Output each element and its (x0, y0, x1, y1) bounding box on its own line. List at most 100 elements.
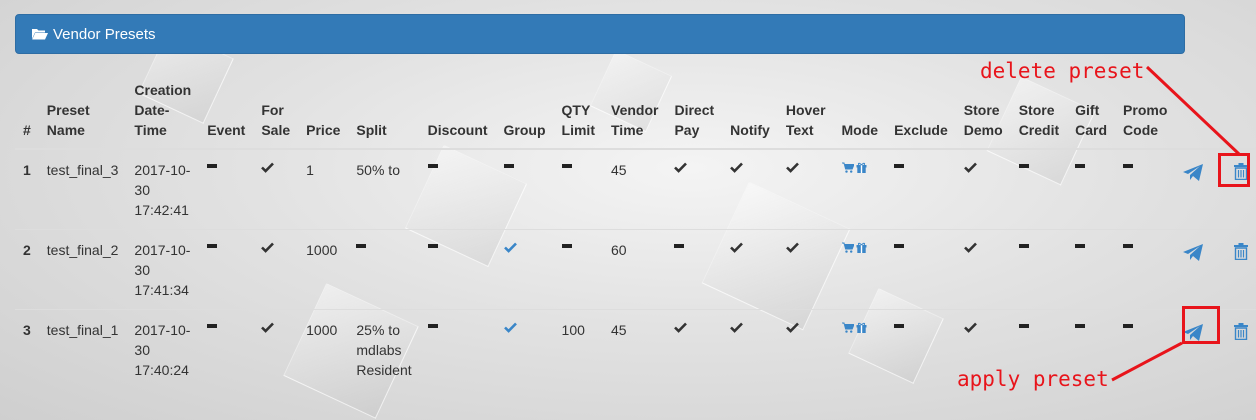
check-icon (730, 322, 744, 333)
cell-promo-code (1115, 148, 1176, 230)
column-header-label: Credit (1018, 122, 1060, 138)
column-header: Vendor Time (603, 80, 667, 150)
date-part: 30 (134, 262, 150, 278)
column-header: Store Demo (955, 80, 1011, 150)
cell-notify (722, 148, 778, 230)
cell-name: test_final_1 (38, 309, 127, 389)
apply-preset-button[interactable] (1183, 164, 1204, 182)
dash-icon (1075, 244, 1086, 249)
cell-event (199, 229, 254, 310)
column-header-label: Mode (841, 122, 879, 138)
cell-vendor-time: 45 (603, 148, 667, 230)
cell-price: 1 (298, 148, 349, 230)
delete-annotation-label: delete preset (980, 59, 1145, 83)
column-header-label: Group (503, 122, 546, 138)
cell-vendor-time: 45 (603, 309, 667, 389)
dash-icon (1123, 164, 1134, 169)
cell-split (348, 229, 420, 310)
dash-icon (561, 164, 572, 169)
dash-icon (674, 244, 685, 249)
cell-hover-text (777, 148, 834, 230)
cell-num: 3 (15, 309, 39, 389)
apply-preset-button[interactable] (1183, 244, 1204, 262)
cell-qty-limit (553, 229, 603, 310)
delete-preset-button[interactable] (1234, 322, 1248, 340)
column-header-label: Gift (1075, 102, 1100, 118)
dash-icon (427, 244, 438, 249)
check-icon (785, 322, 799, 333)
cell-split: 50% to (348, 148, 420, 230)
date-part: 2017-10- (134, 242, 191, 258)
mode-icons (841, 242, 867, 253)
delete-preset-button[interactable] (1234, 242, 1248, 260)
column-header: Group (495, 80, 554, 150)
column-header-label: Card (1075, 122, 1108, 138)
panel-heading: Vendor Presets (15, 14, 1185, 54)
check-icon (261, 242, 275, 253)
cell-date: 2017-10- 30 17:42:41 (126, 148, 200, 230)
column-header-label: Sale (261, 122, 291, 138)
cell-group (495, 309, 554, 389)
dash-icon (1075, 324, 1086, 329)
check-icon (503, 242, 517, 253)
split-line: mdlabs (356, 342, 402, 358)
check-icon (261, 162, 275, 173)
cell-qty-limit: 100 (553, 309, 603, 389)
gift-icon (856, 162, 867, 173)
cell-price: 1000 (298, 309, 349, 389)
column-header-label: Promo (1123, 102, 1168, 118)
table-header-row: # Preset Name Creation Date- Time Event For Sale… (15, 80, 1256, 150)
column-header-label: Creation (134, 82, 192, 98)
date-part: 17:42:41 (134, 202, 189, 218)
split-line: 25% to (356, 322, 400, 338)
cell-event (199, 148, 254, 230)
cell-exclude (886, 148, 956, 230)
date-part: 17:41:34 (134, 282, 189, 298)
column-header-label: Store (1018, 102, 1055, 118)
check-icon (963, 242, 977, 253)
column-header: Creation Date- Time (126, 80, 200, 150)
date-part: 30 (134, 182, 150, 198)
column-header: Promo Code (1115, 80, 1176, 150)
gift-icon (856, 242, 867, 253)
cell-num: 2 (15, 229, 39, 310)
cell-for-sale (253, 229, 299, 310)
cell-for-sale (253, 309, 299, 389)
dash-icon (1018, 324, 1029, 329)
column-header-label: Time (611, 122, 644, 138)
dash-icon (207, 324, 218, 329)
column-header-label: Store (963, 102, 1000, 118)
cell-date: 2017-10- 30 17:41:34 (126, 229, 200, 310)
column-header: Price (298, 80, 349, 150)
dash-icon (1123, 324, 1134, 329)
column-header-label: Limit (561, 122, 595, 138)
folder-open-icon (32, 29, 48, 40)
split-line: Resident (356, 362, 412, 378)
column-header-label: Code (1123, 122, 1159, 138)
dash-icon (894, 244, 905, 249)
dash-icon (356, 244, 367, 249)
column-header: # (15, 80, 39, 150)
column-header-label: Event (207, 122, 246, 138)
cell-name: test_final_3 (38, 148, 127, 230)
dash-icon (1075, 164, 1086, 169)
column-header: Notify (722, 80, 778, 150)
cell-date: 2017-10- 30 17:40:24 (126, 309, 200, 389)
check-icon (785, 242, 799, 253)
column-header-label: Hover (785, 102, 826, 118)
table-row: 1 test_final_3 2017-10- 30 17:42:41 1 50% to 45 (15, 148, 1256, 230)
column-header-label: Preset (46, 102, 90, 118)
cell-delete (1226, 229, 1256, 310)
column-header-label: Notify (730, 122, 770, 138)
apply-highlight-box (1182, 306, 1220, 344)
cell-store-demo (955, 229, 1011, 310)
cell-exclude (886, 229, 956, 310)
dash-icon (561, 244, 572, 249)
cell-split: 25% to mdlabs Resident (348, 309, 420, 389)
mode-icons (841, 162, 867, 173)
cell-gift-card (1067, 148, 1116, 230)
column-header: Preset Name (38, 80, 127, 150)
cell-discount (419, 309, 496, 389)
dash-icon (427, 164, 438, 169)
split-line: 50% to (356, 162, 400, 178)
